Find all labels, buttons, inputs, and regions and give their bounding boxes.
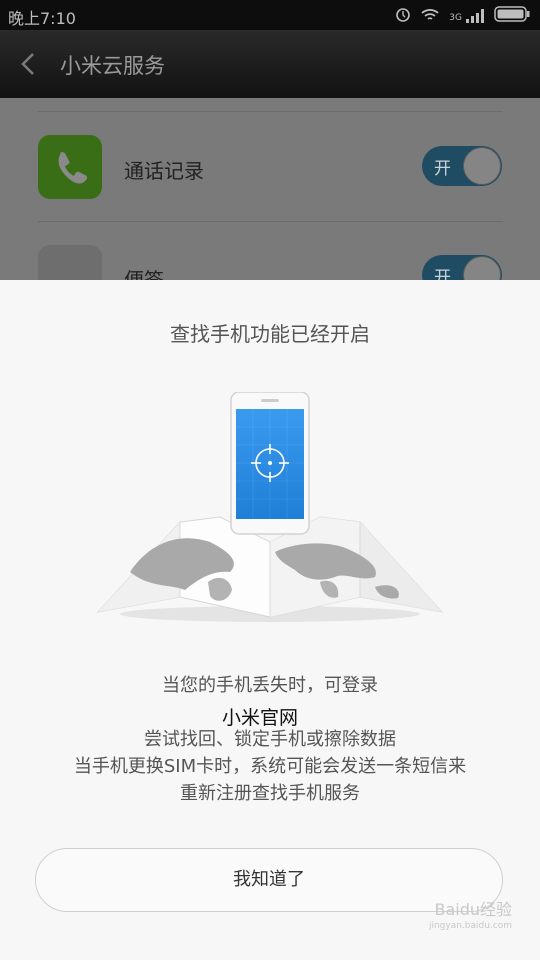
wifi-icon	[421, 7, 439, 26]
overlay-watermark-text: 小米官网	[222, 707, 299, 729]
back-button[interactable]	[18, 51, 40, 81]
divider	[38, 221, 503, 222]
dialog-title: 查找手机功能已经开启	[170, 322, 370, 346]
description-line: 当您的手机丢失时，可登录	[162, 675, 378, 696]
page-title: 小米云服务	[60, 54, 165, 78]
title-bar: 小米云服务	[0, 30, 540, 98]
description-line: 重新注册查找手机服务	[180, 783, 360, 804]
call-log-label: 通话记录	[124, 159, 204, 183]
baidu-watermark: Baidu经验 jingyan.baidu.com	[429, 902, 512, 934]
network-type: 3G	[449, 13, 462, 23]
dialog-description: 当您的手机丢失时，可登录 尝试找回、锁定手机或擦除数据 当手机更换SIM卡时，系…	[0, 672, 540, 807]
status-time: 晚上7:10	[8, 9, 76, 28]
watermark-url: jingyan.baidu.com	[428, 921, 512, 931]
alarm-icon	[395, 6, 411, 26]
find-phone-illustration	[90, 391, 450, 632]
toggle-on-label: 开	[434, 159, 451, 179]
phone-icon	[38, 135, 102, 199]
find-phone-dialog: 查找手机功能已经开启 当您的手机丢失时，可登录 尝试找回、锁定手机或擦除数据 当…	[0, 280, 540, 960]
signal-icon: 3G	[449, 9, 484, 23]
description-line: 尝试找回、锁定手机或擦除数据	[144, 729, 396, 750]
call-log-toggle[interactable]: 开	[422, 146, 502, 186]
toggle-knob	[463, 147, 501, 185]
status-bar: 晚上7:10 3G	[0, 0, 540, 30]
watermark-brand: Baidu经验	[434, 900, 512, 919]
description-line: 当手机更换SIM卡时，系统可能会发送一条短信来	[73, 756, 467, 777]
battery-icon	[494, 6, 530, 26]
settings-list: 通话记录 开 便签 开	[0, 98, 540, 309]
divider	[38, 111, 503, 112]
